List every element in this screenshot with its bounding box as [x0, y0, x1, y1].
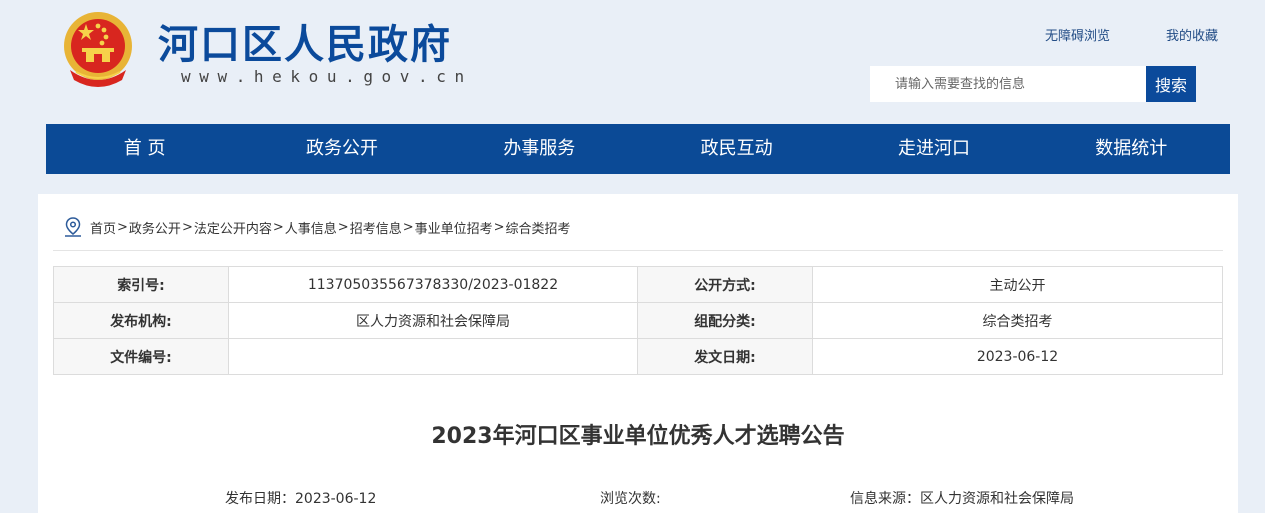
info-source: 信息来源：区人力资源和社会保障局	[850, 491, 1074, 507]
nav-item-about[interactable]: 走进河口	[835, 124, 1032, 174]
category-label: 组配分类:	[637, 302, 813, 339]
view-count: 浏览次数:	[600, 491, 661, 507]
metadata-table: 索引号: 113705035567378330/2023-01822 公开方式:…	[53, 266, 1223, 375]
site-title: 河口区人民政府	[158, 22, 452, 68]
site-domain: www.hekou.gov.cn	[181, 67, 473, 86]
table-row: 文件编号: 发文日期: 2023-06-12	[53, 338, 1223, 375]
org-value: 区人力资源和社会保障局	[228, 302, 638, 339]
breadcrumb-separator: >	[181, 219, 193, 235]
breadcrumb-statutory[interactable]: 法定公开内容	[194, 218, 272, 237]
docno-label: 文件编号:	[53, 338, 229, 375]
main-nav: 首 页 政务公开 办事服务 政民互动 走进河口 数据统计	[46, 124, 1230, 174]
org-label: 发布机构:	[53, 302, 229, 339]
docno-value	[228, 338, 638, 375]
breadcrumb: 首页 > 政务公开 > 法定公开内容 > 人事信息 > 招考信息 > 事业单位招考 > 综合…	[62, 214, 571, 240]
breadcrumb-separator: >	[117, 219, 128, 235]
divider	[53, 250, 1223, 251]
mode-value: 主动公开	[812, 266, 1223, 303]
search-button[interactable]: 搜索	[1146, 66, 1196, 102]
breadcrumb-institution-recruitment[interactable]: 事业单位招考	[415, 218, 493, 237]
article-title: 2023年河口区事业单位优秀人才选聘公告	[431, 424, 845, 449]
content-panel: 首页 > 政务公开 > 法定公开内容 > 人事信息 > 招考信息 > 事业单位招考 > 综合…	[38, 194, 1238, 513]
breadcrumb-home[interactable]: 首页	[90, 218, 116, 237]
breadcrumb-separator: >	[337, 219, 349, 235]
category-value: 综合类招考	[812, 302, 1223, 339]
breadcrumb-separator: >	[272, 219, 284, 235]
breadcrumb-personnel[interactable]: 人事信息	[285, 218, 337, 237]
nav-item-services[interactable]: 办事服务	[441, 124, 638, 174]
nav-item-interaction[interactable]: 政民互动	[638, 124, 835, 174]
favorites-link[interactable]: 我的收藏	[1166, 25, 1218, 44]
nav-item-home[interactable]: 首 页	[46, 124, 243, 174]
breadcrumb-gov-affairs[interactable]: 政务公开	[129, 218, 181, 237]
location-icon	[65, 217, 81, 237]
mode-label: 公开方式:	[637, 266, 813, 303]
publish-date: 发布日期：2023-06-12	[225, 491, 377, 507]
breadcrumb-recruitment[interactable]: 招考信息	[350, 218, 402, 237]
table-row: 发布机构: 区人力资源和社会保障局 组配分类: 综合类招考	[53, 302, 1223, 339]
index-label: 索引号:	[53, 266, 229, 303]
search-input[interactable]	[870, 66, 1146, 102]
accessibility-link[interactable]: 无障碍浏览	[1045, 25, 1110, 44]
table-row: 索引号: 113705035567378330/2023-01822 公开方式:…	[53, 266, 1223, 303]
breadcrumb-separator: >	[493, 219, 505, 235]
breadcrumb-separator: >	[402, 219, 414, 235]
national-emblem-icon	[64, 12, 132, 87]
site-header: 河口区人民政府 www.hekou.gov.cn 无障碍浏览 我的收藏 搜索	[0, 0, 1265, 124]
date-label: 发文日期:	[637, 338, 813, 375]
date-value: 2023-06-12	[812, 338, 1223, 375]
nav-item-gov-affairs[interactable]: 政务公开	[243, 124, 440, 174]
nav-item-statistics[interactable]: 数据统计	[1033, 124, 1230, 174]
index-value: 113705035567378330/2023-01822	[228, 266, 638, 303]
breadcrumb-general-recruitment[interactable]: 综合类招考	[506, 218, 571, 237]
